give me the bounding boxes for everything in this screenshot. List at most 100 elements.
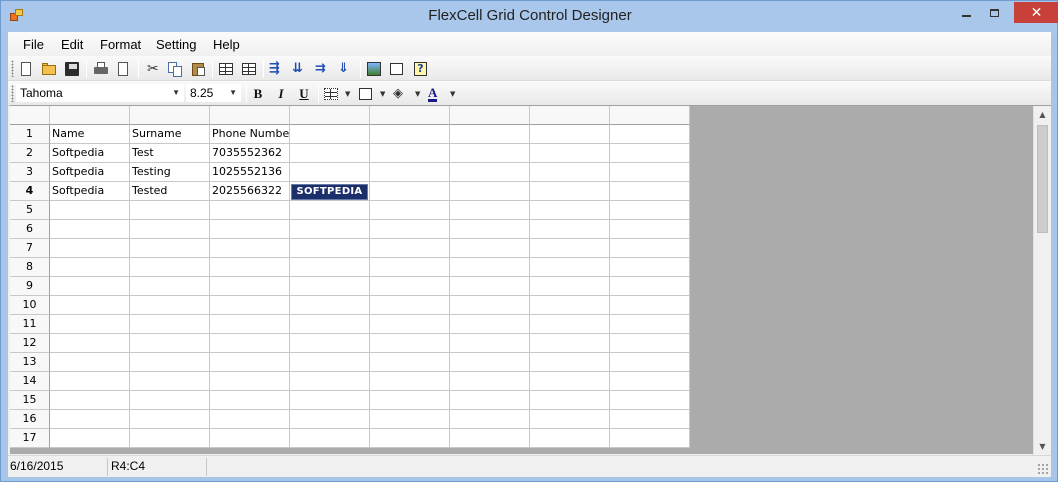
row-header[interactable]: 7	[10, 239, 50, 258]
scroll-up-icon[interactable]: ▲	[1034, 106, 1051, 123]
fill-color-dropdown-icon[interactable]: ▼	[415, 90, 420, 98]
grid-cell[interactable]	[450, 220, 530, 239]
row-header[interactable]: 12	[10, 334, 50, 353]
grid-cell[interactable]	[610, 125, 690, 144]
grid-cell[interactable]	[50, 258, 130, 277]
grid-cell[interactable]	[130, 296, 210, 315]
grid-cell[interactable]	[210, 429, 290, 448]
grid-cell[interactable]	[210, 220, 290, 239]
grid-cell[interactable]	[610, 334, 690, 353]
grid-cell[interactable]	[290, 353, 370, 372]
grid-cell[interactable]	[290, 429, 370, 448]
grid-cell[interactable]	[290, 239, 370, 258]
merge-button[interactable]: ⇉	[313, 59, 333, 78]
close-button[interactable]: ✕	[1014, 2, 1058, 23]
dropdown-arrow-icon[interactable]: ▼	[172, 85, 180, 101]
column-header[interactable]	[130, 106, 210, 125]
grid-cell[interactable]	[130, 410, 210, 429]
delete-row-button[interactable]	[239, 59, 259, 78]
grid-cell[interactable]	[210, 201, 290, 220]
scroll-down-icon[interactable]: ▼	[1034, 438, 1051, 455]
row-header[interactable]: 13	[10, 353, 50, 372]
grid-cell[interactable]	[290, 277, 370, 296]
grid-cell[interactable]	[290, 391, 370, 410]
open-button[interactable]	[39, 59, 59, 78]
copy-button[interactable]	[165, 59, 185, 78]
italic-button[interactable]: I	[271, 85, 291, 103]
grid-cell[interactable]	[50, 372, 130, 391]
grid-cell[interactable]	[450, 296, 530, 315]
grid-cell[interactable]	[450, 182, 530, 201]
grid-cell[interactable]	[370, 182, 450, 201]
grid-cell[interactable]	[530, 353, 610, 372]
grid-cell[interactable]	[610, 239, 690, 258]
grid-cell[interactable]	[530, 182, 610, 201]
grid-cell[interactable]	[130, 334, 210, 353]
grid-cell[interactable]	[450, 239, 530, 258]
grid-cell[interactable]	[130, 372, 210, 391]
grid-cell[interactable]	[50, 315, 130, 334]
grid-cell[interactable]	[370, 125, 450, 144]
column-header[interactable]	[370, 106, 450, 125]
grid-cell[interactable]	[130, 315, 210, 334]
menu-setting[interactable]: Setting	[156, 37, 196, 52]
grid-cell[interactable]	[210, 372, 290, 391]
column-header[interactable]	[530, 106, 610, 125]
grid-cell[interactable]	[530, 429, 610, 448]
grid-cell[interactable]	[610, 220, 690, 239]
column-header[interactable]	[290, 106, 370, 125]
grid-cell[interactable]	[290, 144, 370, 163]
grid-cell[interactable]	[370, 391, 450, 410]
grid-cell[interactable]	[210, 296, 290, 315]
grid-cell[interactable]	[530, 125, 610, 144]
alignment-button[interactable]	[356, 84, 376, 103]
grid-cell[interactable]	[210, 334, 290, 353]
grid-cell[interactable]	[610, 353, 690, 372]
grid-cell[interactable]	[530, 296, 610, 315]
menu-help[interactable]: Help	[213, 37, 240, 52]
grid-cell[interactable]	[370, 429, 450, 448]
help-button[interactable]: ?	[410, 59, 430, 78]
grid-cell[interactable]	[290, 334, 370, 353]
row-header[interactable]: 8	[10, 258, 50, 277]
grid-cell[interactable]	[50, 429, 130, 448]
grid-cell[interactable]	[210, 391, 290, 410]
grid-cell[interactable]	[530, 334, 610, 353]
grid-cell[interactable]: Testing	[130, 163, 210, 182]
grid-cell[interactable]	[290, 201, 370, 220]
grid-cell[interactable]	[450, 410, 530, 429]
grid-cell[interactable]	[530, 239, 610, 258]
grid-cell[interactable]: 7035552362	[210, 144, 290, 163]
grid-cell[interactable]	[290, 125, 370, 144]
grid-cell[interactable]	[450, 277, 530, 296]
minimize-button[interactable]	[953, 2, 979, 24]
grid-cell[interactable]: Softpedia	[50, 163, 130, 182]
grid-corner[interactable]	[10, 106, 50, 125]
grid-cell[interactable]	[290, 410, 370, 429]
grid-cell[interactable]	[210, 239, 290, 258]
grid-cell[interactable]: Softpedia	[50, 182, 130, 201]
grid-cell[interactable]	[210, 353, 290, 372]
row-header[interactable]: 3	[10, 163, 50, 182]
grid-cell[interactable]	[210, 315, 290, 334]
grid-cell[interactable]	[530, 391, 610, 410]
borders-dropdown-icon[interactable]: ▼	[345, 90, 350, 98]
grid-cell[interactable]	[610, 182, 690, 201]
grid-cell[interactable]: Surname	[130, 125, 210, 144]
grid-cell[interactable]	[50, 220, 130, 239]
image-button[interactable]	[364, 59, 384, 78]
column-header[interactable]	[210, 106, 290, 125]
grid-cell[interactable]	[610, 429, 690, 448]
grid-cell[interactable]	[370, 220, 450, 239]
scroll-thumb[interactable]	[1037, 125, 1048, 233]
grid-cell[interactable]	[130, 201, 210, 220]
column-header[interactable]	[450, 106, 530, 125]
grid-cell[interactable]	[450, 258, 530, 277]
grid-cell[interactable]	[50, 410, 130, 429]
new-button[interactable]	[16, 59, 36, 78]
grid-cell[interactable]	[610, 277, 690, 296]
grid-cell[interactable]	[610, 391, 690, 410]
grid-cell[interactable]	[50, 334, 130, 353]
grid-cell[interactable]	[130, 429, 210, 448]
grid-cell[interactable]: Phone Number	[210, 125, 290, 144]
